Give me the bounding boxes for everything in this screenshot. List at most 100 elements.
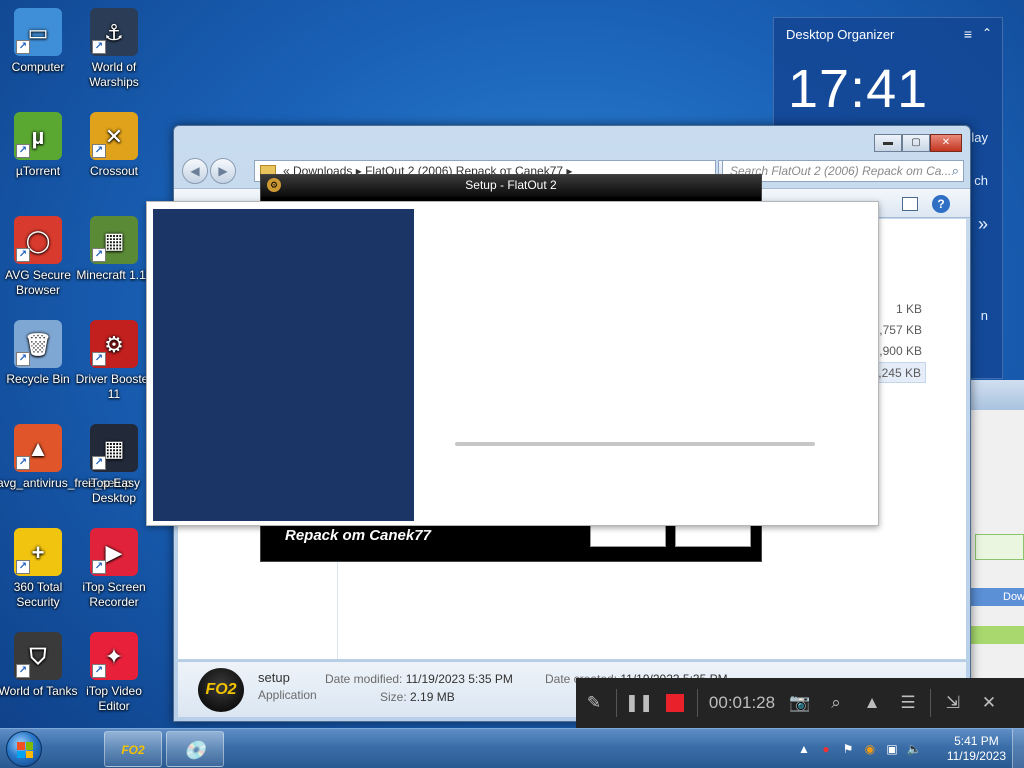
app-icon: ▦ ↗ bbox=[90, 216, 138, 264]
desktop-icon[interactable]: 🗑 ↗ Recycle Bin bbox=[0, 320, 79, 387]
chevron-up-icon[interactable]: ⌃ bbox=[982, 26, 992, 40]
shortcut-arrow-icon: ↗ bbox=[92, 248, 106, 262]
clock-date: 11/19/2023 bbox=[946, 749, 1006, 763]
shortcut-arrow-icon: ↗ bbox=[92, 560, 106, 574]
desktop-icon-label: µTorrent bbox=[15, 164, 61, 178]
divider bbox=[697, 689, 698, 717]
help-icon[interactable]: ? bbox=[932, 195, 950, 213]
maximize-button[interactable]: ▢ bbox=[902, 134, 930, 152]
show-hidden-icons[interactable]: ▲ bbox=[796, 741, 812, 757]
app-icon: ◯ ↗ bbox=[14, 216, 62, 264]
network-icon[interactable]: ▣ bbox=[884, 741, 900, 757]
background-window-titlebar bbox=[971, 380, 1024, 410]
search-icon[interactable]: ⌕ bbox=[952, 163, 959, 179]
details-modified: Date modified: 11/19/2023 5:35 PM bbox=[325, 672, 513, 686]
taskbar-app-flatout[interactable]: FO2 bbox=[104, 731, 162, 767]
app-icon: ⚓ ↗ bbox=[90, 8, 138, 56]
desktop-icon[interactable]: ⚓ ↗ World of Warships bbox=[73, 8, 155, 90]
loading-splash bbox=[146, 201, 879, 526]
app-icon: ▦ ↗ bbox=[90, 424, 138, 472]
details-file-type: Application bbox=[258, 688, 317, 702]
app-icon: ✕ ↗ bbox=[90, 112, 138, 160]
taskbar: FO2 💿 ▲ ● ⚑ ◉ ▣ 🔈 5:41 PM 11/19/2023 bbox=[0, 728, 1024, 768]
shortcut-arrow-icon: ↗ bbox=[92, 664, 106, 678]
pen-icon[interactable]: ✎ bbox=[578, 687, 610, 719]
download-header: Dow bbox=[971, 588, 1024, 606]
preview-pane-icon[interactable] bbox=[902, 197, 918, 211]
forward-button[interactable]: ▶ bbox=[210, 158, 236, 184]
minimize-recorder-icon[interactable]: ⇲ bbox=[937, 687, 969, 719]
setup-button-next[interactable] bbox=[590, 525, 666, 547]
hamburger-icon[interactable]: ≡ bbox=[964, 26, 972, 42]
setup-button-cancel[interactable] bbox=[675, 525, 751, 547]
recording-timer: 00:01:28 bbox=[708, 693, 776, 712]
setup-titlebar: ⚙ Setup - FlatOut 2 bbox=[261, 175, 761, 197]
desktop-icon[interactable]: ▶ ↗ iTop Screen Recorder bbox=[73, 528, 155, 610]
desktop-icon[interactable]: ⛉ ↗ World of Tanks bbox=[0, 632, 79, 699]
gadget-title: Desktop Organizer bbox=[786, 27, 895, 42]
shortcut-arrow-icon: ↗ bbox=[16, 144, 30, 158]
window-controls: ▬ ▢ ✕ bbox=[874, 134, 962, 152]
details-size-value: 2.19 MB bbox=[410, 690, 455, 704]
shortcut-arrow-icon: ↗ bbox=[16, 560, 30, 574]
camera-icon[interactable]: 📷 bbox=[784, 687, 816, 719]
back-button[interactable]: ◀ bbox=[182, 158, 208, 184]
setup-title: Setup - FlatOut 2 bbox=[465, 178, 557, 192]
desktop-icon[interactable]: µ ↗ µTorrent bbox=[0, 112, 79, 179]
progress-strip bbox=[971, 626, 1024, 644]
desktop-icon[interactable]: ▦ ↗ Minecraft 1.11 bbox=[73, 216, 155, 283]
minimize-button[interactable]: ▬ bbox=[874, 134, 902, 152]
desktop-icon-label: iTop Screen Recorder bbox=[82, 580, 146, 609]
desktop-icon-label: 360 Total Security bbox=[13, 580, 63, 609]
app-icon: ▭ ↗ bbox=[14, 8, 62, 56]
divider bbox=[930, 689, 931, 717]
close-button[interactable]: ✕ bbox=[930, 134, 962, 152]
desktop-icon[interactable]: + ↗ 360 Total Security bbox=[0, 528, 79, 610]
desktop-icon-label: AVG Secure Browser bbox=[5, 268, 71, 297]
comment-icon[interactable]: ☰ bbox=[892, 687, 924, 719]
shortcut-arrow-icon: ↗ bbox=[92, 456, 106, 470]
shape-icon[interactable]: ▲ bbox=[856, 687, 888, 719]
desktop-icon[interactable]: ▦ ↗ iTop Easy Desktop bbox=[73, 424, 155, 506]
desktop-icon[interactable]: ◯ ↗ AVG Secure Browser bbox=[0, 216, 79, 298]
desktop-icon-label: Computer bbox=[11, 60, 65, 74]
gadget-fragment[interactable]: » bbox=[978, 214, 988, 235]
clock-time: 5:41 PM bbox=[954, 734, 999, 748]
desktop-icon-label: World of Tanks bbox=[0, 684, 78, 698]
zoom-icon[interactable]: ⌕ bbox=[820, 687, 852, 719]
app-icon: µ ↗ bbox=[14, 112, 62, 160]
start-button[interactable] bbox=[6, 731, 42, 767]
taskbar-app-setup[interactable]: 💿 bbox=[166, 731, 224, 767]
windows-logo-icon bbox=[17, 742, 33, 758]
desktop-icon[interactable]: ✦ ↗ iTop Video Editor bbox=[73, 632, 155, 714]
recorder-tray-icon[interactable]: ● bbox=[818, 741, 834, 757]
stop-button[interactable] bbox=[659, 687, 691, 719]
stop-icon bbox=[666, 694, 684, 712]
details-file-name: setup bbox=[258, 670, 290, 685]
desktop-icon[interactable]: ▭ ↗ Computer bbox=[0, 8, 79, 75]
flag-icon[interactable]: ⚑ bbox=[840, 741, 856, 757]
security-tray-icon[interactable]: ◉ bbox=[862, 741, 878, 757]
desktop-icon[interactable]: ✕ ↗ Crossout bbox=[73, 112, 155, 179]
desktop-icon[interactable]: ⚙ ↗ Driver Booster 11 bbox=[73, 320, 155, 402]
search-placeholder: Search FlatOut 2 (2006) Repack om Ca... bbox=[730, 164, 952, 178]
app-icon: ▶ ↗ bbox=[90, 528, 138, 576]
close-recorder-icon[interactable]: ✕ bbox=[973, 687, 1005, 719]
pause-button[interactable]: ❚❚ bbox=[623, 687, 655, 719]
loading-progress-bar bbox=[455, 442, 815, 446]
flatout-icon: ⚙ bbox=[267, 178, 281, 192]
clock[interactable]: 5:41 PM 11/19/2023 bbox=[947, 734, 1006, 764]
app-icon: + ↗ bbox=[14, 528, 62, 576]
volume-icon[interactable]: 🔈 bbox=[906, 741, 922, 757]
app-icon: ▲ ↗ bbox=[14, 424, 62, 472]
system-tray: ▲ ● ⚑ ◉ ▣ 🔈 5:41 PM 11/19/2023 bbox=[794, 729, 1024, 768]
desktop-icon-label: World of Warships bbox=[89, 60, 139, 89]
shortcut-arrow-icon: ↗ bbox=[92, 352, 106, 366]
divider bbox=[616, 689, 617, 717]
desktop-icon-label: Crossout bbox=[89, 164, 139, 178]
app-icon: 🗑 ↗ bbox=[14, 320, 62, 368]
desktop-icon-label: Driver Booster 11 bbox=[75, 372, 153, 401]
show-desktop-button[interactable] bbox=[1012, 729, 1024, 768]
desktop-icon[interactable]: ▲ ↗ avg_antivirus_free_setup bbox=[0, 424, 131, 491]
details-size: Size: 2.19 MB bbox=[380, 690, 455, 704]
